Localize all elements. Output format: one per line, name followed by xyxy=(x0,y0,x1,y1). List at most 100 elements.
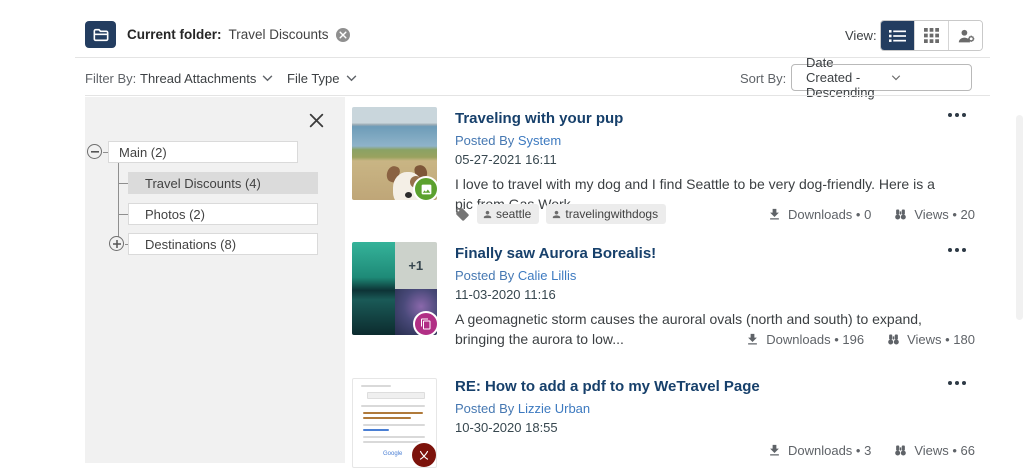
tree-connector-child1 xyxy=(118,183,128,184)
more-options-icon xyxy=(948,113,952,117)
download-icon xyxy=(745,332,760,347)
filter-thread-attachments-label: Thread Attachments xyxy=(140,71,256,86)
tag-chip[interactable]: seattle xyxy=(477,204,539,224)
tree-node-travel-discounts[interactable]: Travel Discounts (4) xyxy=(128,172,318,194)
thumbnail-doc-art xyxy=(363,424,425,426)
downloads-stat: Downloads • 0 xyxy=(767,207,871,222)
file-type-badge xyxy=(413,311,437,335)
thumbnail-doc-art xyxy=(363,417,411,419)
view-label: View: xyxy=(845,28,877,43)
user-gear-icon xyxy=(957,28,975,44)
views-stat: Views • 180 xyxy=(886,332,975,347)
grid-view-icon xyxy=(924,28,939,43)
posted-by-label: Posted By xyxy=(455,268,514,283)
more-options-icon xyxy=(962,113,966,117)
user-view-button[interactable] xyxy=(948,21,982,50)
tree-node-travel-discounts-label: Travel Discounts (4) xyxy=(145,176,261,191)
binoculars-icon xyxy=(893,207,908,222)
downloads-text: Downloads • 196 xyxy=(766,332,864,347)
thumbnail-dog-art xyxy=(405,192,412,198)
tree-connector-vertical xyxy=(118,163,119,244)
more-options-icon xyxy=(962,381,966,385)
folder-button[interactable] xyxy=(85,21,116,48)
tags-row: seattle travelingwithdogs xyxy=(455,204,666,224)
more-options-icon xyxy=(948,248,952,252)
posted-by-label: Posted By xyxy=(455,401,514,416)
post-author-link[interactable]: System xyxy=(518,133,561,148)
downloads-text: Downloads • 0 xyxy=(788,207,871,222)
sort-by-label: Sort By: xyxy=(740,71,786,86)
filter-file-type[interactable]: File Type xyxy=(287,71,357,86)
more-options-icon xyxy=(962,248,966,252)
tree-node-destinations[interactable]: Destinations (8) xyxy=(128,233,318,255)
post-author-link[interactable]: Calie Lillis xyxy=(518,268,577,283)
expand-destinations-button[interactable] xyxy=(109,236,124,251)
tag-chip[interactable]: travelingwithdogs xyxy=(546,204,666,224)
close-icon xyxy=(308,112,325,129)
tree-node-photos[interactable]: Photos (2) xyxy=(128,203,318,225)
current-folder-name: Travel Discounts xyxy=(229,27,329,42)
list-view-button[interactable] xyxy=(881,21,914,50)
close-panel-button[interactable] xyxy=(308,112,325,129)
posted-by-label: Posted By xyxy=(455,133,514,148)
grid-view-button[interactable] xyxy=(914,21,948,50)
post-title[interactable]: Finally saw Aurora Borealis! xyxy=(455,245,978,262)
thumbnail-doc-art xyxy=(363,412,423,414)
views-stat: Views • 20 xyxy=(893,207,975,222)
clear-current-folder-button[interactable] xyxy=(336,28,350,42)
more-options-button[interactable] xyxy=(948,381,966,385)
chevron-down-icon xyxy=(891,75,962,81)
more-options-icon xyxy=(955,248,959,252)
tree-node-main-label: Main (2) xyxy=(119,145,167,160)
post-thumbnail[interactable] xyxy=(352,107,437,200)
current-folder-label: Current folder: xyxy=(127,27,222,42)
person-icon xyxy=(482,209,493,220)
more-options-button[interactable] xyxy=(948,248,966,252)
tree-node-photos-label: Photos (2) xyxy=(145,207,205,222)
post-thumbnail[interactable]: Google xyxy=(352,378,437,468)
list-view-icon xyxy=(889,29,906,43)
post-author-link[interactable]: Lizzie Urban xyxy=(518,401,590,416)
filter-thread-attachments[interactable]: Thread Attachments xyxy=(140,71,273,86)
thumbnail-aurora-art xyxy=(352,242,395,335)
more-options-button[interactable] xyxy=(948,113,966,117)
post-date: 05-27-2021 16:11 xyxy=(455,152,978,167)
plus-circle-icon xyxy=(113,240,121,248)
multiple-files-icon xyxy=(420,318,432,330)
views-text: Views • 20 xyxy=(914,207,975,222)
close-circle-icon xyxy=(339,31,347,39)
post-footer: Downloads • 196 Views • 180 xyxy=(455,332,975,347)
scrollbar[interactable] xyxy=(1016,115,1023,320)
sort-selected-value: Date Created - Descending xyxy=(806,55,877,100)
tree-node-main[interactable]: Main (2) xyxy=(108,141,298,163)
tag-icon xyxy=(455,207,470,222)
post-item-3: Google RE: How to add a pdf to my WeTrav… xyxy=(352,373,978,463)
tag-chip-label: seattle xyxy=(496,207,531,221)
tree-node-destinations-label: Destinations (8) xyxy=(145,237,236,252)
folder-tree-panel: Main (2) Travel Discounts (4) Photos (2)… xyxy=(85,97,345,463)
image-file-icon xyxy=(420,183,433,196)
thumbnail-doc-art xyxy=(367,392,425,399)
minus-circle-icon xyxy=(91,151,99,153)
more-options-icon xyxy=(955,113,959,117)
views-text: Views • 66 xyxy=(914,443,975,458)
post-item-1: Traveling with your pup Posted By System… xyxy=(352,105,978,235)
tree-connector-child2 xyxy=(118,214,128,215)
file-type-badge xyxy=(413,176,437,200)
thumbnail-doc-art xyxy=(361,405,425,407)
post-thumbnail[interactable]: +1 xyxy=(352,242,437,335)
tag-chip-label: travelingwithdogs xyxy=(565,207,658,221)
thumbnail-doc-art xyxy=(363,436,425,438)
post-title[interactable]: RE: How to add a pdf to my WeTravel Page xyxy=(455,378,978,395)
person-icon xyxy=(551,209,562,220)
collapse-main-button[interactable] xyxy=(87,144,102,159)
post-date: 10-30-2020 18:55 xyxy=(455,420,978,435)
current-folder-bar: Current folder: Travel Discounts xyxy=(85,20,350,49)
sort-select[interactable]: Date Created - Descending xyxy=(791,64,972,91)
filter-by-label: Filter By: xyxy=(85,71,136,86)
post-footer: Downloads • 3 Views • 66 xyxy=(455,443,975,458)
more-options-icon xyxy=(948,381,952,385)
post-item-2: +1 Finally saw Aurora Borealis! Posted B… xyxy=(352,240,978,365)
thumbnail-more-overlay: +1 xyxy=(395,242,438,289)
post-title[interactable]: Traveling with your pup xyxy=(455,110,978,127)
